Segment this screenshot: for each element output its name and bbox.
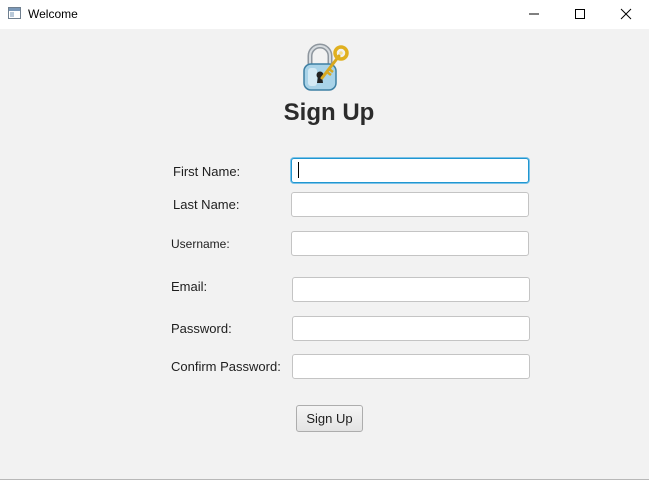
sign-up-button[interactable]: Sign Up <box>296 405 363 432</box>
maximize-button[interactable] <box>557 0 603 29</box>
title-bar[interactable]: Welcome <box>0 0 649 29</box>
maximize-icon <box>575 9 585 19</box>
minimize-icon <box>529 13 539 15</box>
padlock-key-icon <box>303 43 349 91</box>
close-button[interactable] <box>603 0 649 29</box>
email-label: Email: <box>171 279 208 294</box>
page-title: Sign Up <box>283 99 375 126</box>
first-name-label: First Name: <box>173 164 241 179</box>
first-name-field[interactable] <box>291 158 529 183</box>
password-label: Password: <box>171 321 232 336</box>
confirm-password-label: Confirm Password: <box>171 359 281 374</box>
username-field[interactable] <box>291 231 529 256</box>
text-caret <box>298 162 299 178</box>
confirm-password-field[interactable] <box>292 354 530 379</box>
close-icon <box>620 8 632 20</box>
signup-window: Welcome Sign Up First Name: Last Name: U… <box>0 0 649 480</box>
email-field[interactable] <box>292 277 530 302</box>
window-title: Welcome <box>28 7 78 21</box>
last-name-label: Last Name: <box>173 197 240 212</box>
minimize-button[interactable] <box>511 0 557 29</box>
app-window-icon <box>8 7 21 19</box>
password-field[interactable] <box>292 316 530 341</box>
username-label: Username: <box>171 237 230 251</box>
last-name-field[interactable] <box>291 192 529 217</box>
